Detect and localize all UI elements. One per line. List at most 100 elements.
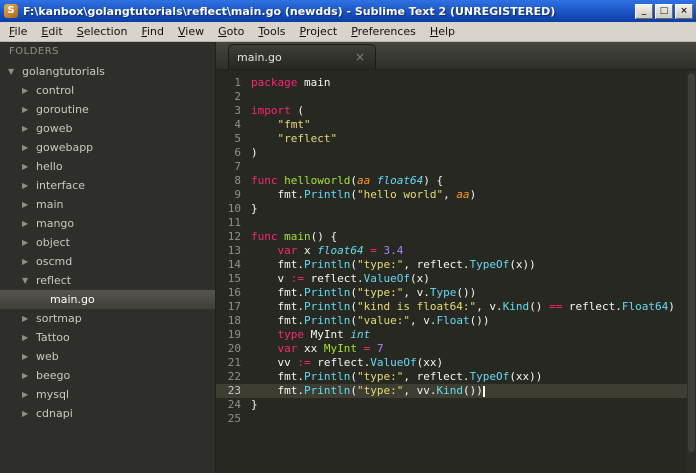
code-line-12[interactable]: 12 func main() { [216,230,696,244]
chevron-collapsed-icon[interactable]: ▶ [22,157,36,176]
folder-item-mysql[interactable]: ▶ mysql [0,385,215,404]
folder-item-control[interactable]: ▶ control [0,81,215,100]
chevron-collapsed-icon[interactable]: ▶ [22,233,36,252]
code-line-25[interactable]: 25 [216,412,696,426]
menu-item-find[interactable]: Find [134,23,171,40]
code-line-18[interactable]: 18 fmt.Println("value:", v.Float()) [216,314,696,328]
line-content: type MyInt int [277,328,371,341]
code-line-4[interactable]: 4 "fmt" [216,118,696,132]
menu-item-tools[interactable]: Tools [251,23,292,40]
folder-item-object[interactable]: ▶ object [0,233,215,252]
folder-item-oscmd[interactable]: ▶ oscmd [0,252,215,271]
code-line-7[interactable]: 7 [216,160,696,174]
chevron-collapsed-icon[interactable]: ▶ [22,81,36,100]
folder-item-tattoo[interactable]: ▶ Tattoo [0,328,215,347]
code-line-6[interactable]: 6) [216,146,696,160]
folders-header: FOLDERS [9,46,60,57]
code-area[interactable]: 1 package main 2 3 import (4 "fmt" 5 "reflect… [216,70,696,473]
code-line-23[interactable]: 23 fmt.Println("type:", vv.Kind()) [216,384,696,398]
code-line-2[interactable]: 2 [216,90,696,104]
code-line-24[interactable]: 24} [216,398,696,412]
menu-item-edit[interactable]: Edit [34,23,69,40]
chevron-collapsed-icon[interactable]: ▶ [22,347,36,366]
code-line-11[interactable]: 11 [216,216,696,230]
chevron-collapsed-icon[interactable]: ▶ [22,100,36,119]
line-number: 25 [227,412,241,425]
folder-item-main[interactable]: ▶ main [0,195,215,214]
tree-item-label: main [36,198,64,211]
folder-item-goweb[interactable]: ▶ goweb [0,119,215,138]
chevron-collapsed-icon[interactable]: ▶ [22,366,36,385]
folder-item-cdnapi[interactable]: ▶ cdnapi [0,404,215,423]
tab-close-icon[interactable]: × [353,50,367,64]
line-number: 24 [227,398,241,411]
chevron-collapsed-icon[interactable]: ▶ [22,309,36,328]
code-line-8[interactable]: 8 func helloworld(aa float64) { [216,174,696,188]
folder-item-gowebapp[interactable]: ▶ gowebapp [0,138,215,157]
tree-item-label: gowebapp [36,141,94,154]
chevron-collapsed-icon[interactable]: ▶ [22,404,36,423]
line-number: 4 [234,118,241,131]
folder-item-interface[interactable]: ▶ interface [0,176,215,195]
minimize-button[interactable]: _ [635,3,653,19]
chevron-collapsed-icon[interactable]: ▶ [22,214,36,233]
code-line-1[interactable]: 1 package main [216,76,696,90]
folder-item-sortmap[interactable]: ▶ sortmap [0,309,215,328]
code-line-3[interactable]: 3 import ( [216,104,696,118]
menu-item-project[interactable]: Project [293,23,345,40]
code-line-19[interactable]: 19 type MyInt int [216,328,696,342]
maximize-button[interactable]: □ [655,3,673,19]
folder-item-mango[interactable]: ▶ mango [0,214,215,233]
tab-bar: main.go × [216,42,696,70]
code-line-14[interactable]: 14 fmt.Println("type:", reflect.TypeOf(x… [216,258,696,272]
chevron-collapsed-icon[interactable]: ▶ [22,176,36,195]
menu-item-help[interactable]: Help [423,23,462,40]
tab-main-go[interactable]: main.go × [228,44,376,69]
chevron-collapsed-icon[interactable]: ▶ [22,119,36,138]
line-number: 23 [227,384,241,397]
chevron-collapsed-icon[interactable]: ▶ [22,328,36,347]
folder-item-web[interactable]: ▶ web [0,347,215,366]
window-title: F:\kanbox\golangtutorials\reflect\main.g… [23,4,556,18]
chevron-expanded-icon[interactable]: ▼ [22,271,36,290]
menu-item-goto[interactable]: Goto [211,23,251,40]
folder-item-beego[interactable]: ▶ beego [0,366,215,385]
chevron-collapsed-icon[interactable]: ▶ [22,138,36,157]
line-number: 20 [227,342,241,355]
code-line-21[interactable]: 21 vv := reflect.ValueOf(xx) [216,356,696,370]
folder-item-goroutine[interactable]: ▶ goroutine [0,100,215,119]
folder-item-reflect[interactable]: ▼ reflect [0,271,215,290]
line-content: } [251,202,258,215]
menu-bar: File Edit Selection Find View Goto Tools Projec… [0,22,696,42]
menu-item-selection[interactable]: Selection [70,23,135,40]
menu-item-view[interactable]: View [171,23,211,40]
menu-item-preferences[interactable]: Preferences [344,23,423,40]
tree-item-label: main.go [50,293,95,306]
chevron-collapsed-icon[interactable]: ▶ [22,385,36,404]
line-content: } [251,398,258,411]
chevron-collapsed-icon[interactable]: ▶ [22,252,36,271]
folder-item-golangtutorials[interactable]: ▼ golangtutorials [0,62,215,81]
code-line-16[interactable]: 16 fmt.Println("type:", v.Type()) [216,286,696,300]
code-line-17[interactable]: 17 fmt.Println("kind is float64:", v.Kin… [216,300,696,314]
tree-item-label: oscmd [36,255,73,268]
code-line-10[interactable]: 10} [216,202,696,216]
code-line-9[interactable]: 9 fmt.Println("hello world", aa) [216,188,696,202]
chevron-collapsed-icon[interactable]: ▶ [22,195,36,214]
folder-item-hello[interactable]: ▶ hello [0,157,215,176]
line-number: 6 [234,146,241,159]
code-line-20[interactable]: 20 var xx MyInt = 7 [216,342,696,356]
file-item-main-go[interactable]: main.go [0,290,215,309]
scrollbar-thumb[interactable] [688,73,695,452]
close-button[interactable]: × [675,3,693,19]
editor-scrollbar[interactable] [687,70,696,473]
tree-item-label: golangtutorials [22,65,105,78]
code-line-13[interactable]: 13 var x float64 = 3.4 [216,244,696,258]
menu-item-file[interactable]: File [2,23,34,40]
sidebar: FOLDERS ▼ golangtutorials ▶ control ▶ gorouti… [0,42,215,473]
line-number: 16 [227,286,241,299]
chevron-expanded-icon[interactable]: ▼ [8,62,22,81]
code-line-15[interactable]: 15 v := reflect.ValueOf(x) [216,272,696,286]
code-line-22[interactable]: 22 fmt.Println("type:", reflect.TypeOf(x… [216,370,696,384]
code-line-5[interactable]: 5 "reflect" [216,132,696,146]
